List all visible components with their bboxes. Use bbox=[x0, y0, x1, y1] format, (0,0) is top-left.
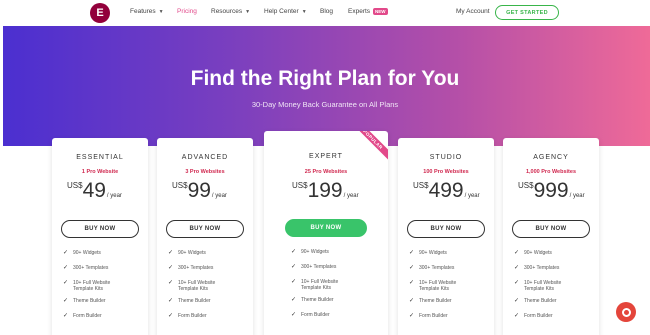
check-icon: ✓ bbox=[168, 298, 174, 304]
list-item: ✓ Form Builder bbox=[291, 312, 330, 318]
check-icon: ✓ bbox=[291, 249, 297, 255]
check-icon: ✓ bbox=[63, 298, 69, 304]
list-item: ✓ Form Builder bbox=[63, 313, 102, 319]
check-icon: ✓ bbox=[409, 313, 415, 319]
list-item: ✓ 300+ Templates bbox=[514, 265, 560, 271]
list-item: ✓ Form Builder bbox=[168, 313, 207, 319]
buy-now-button[interactable]: BUY NOW bbox=[285, 219, 367, 237]
list-item: ✓ 10+ Full Website Template Kits bbox=[409, 280, 457, 292]
chat-bubble-icon[interactable] bbox=[616, 302, 636, 322]
nav-my-account[interactable]: My Account bbox=[456, 8, 490, 15]
page-title: Find the Right Plan for You bbox=[190, 67, 460, 90]
check-icon: ✓ bbox=[409, 298, 415, 304]
plan-name: ADVANCED bbox=[181, 154, 229, 161]
list-item: ✓ 10+ Full Website Template Kits bbox=[514, 280, 562, 292]
top-navbar: E Features ▼ Pricing Resources ▼ Help Cent… bbox=[0, 0, 650, 26]
check-icon: ✓ bbox=[168, 313, 174, 319]
plan-card-agency: AGENCY 1,000 Pro Websites US$ 999 / year… bbox=[503, 138, 599, 335]
check-icon: ✓ bbox=[409, 265, 415, 271]
plan-card-essential: ESSENTIAL 1 Pro Website US$ 49 / year BU… bbox=[52, 138, 148, 335]
check-icon: ✓ bbox=[63, 313, 69, 319]
nav-help-center[interactable]: Help Center ▼ bbox=[264, 8, 307, 15]
check-icon: ✓ bbox=[291, 297, 297, 303]
list-item: ✓ 90+ Widgets bbox=[63, 250, 101, 256]
feature-list: ✓ 90+ Widgets ✓ 300+ Templates ✓ 10+ Full W… bbox=[63, 250, 143, 328]
list-item: ✓ Theme Builder bbox=[514, 298, 557, 304]
elementor-logo[interactable]: E bbox=[90, 3, 110, 23]
plan-name: ESSENTIAL bbox=[76, 154, 124, 161]
check-icon: ✓ bbox=[168, 250, 174, 256]
list-item: ✓ 90+ Widgets bbox=[291, 249, 329, 255]
nav-resources[interactable]: Resources ▼ bbox=[211, 8, 250, 15]
get-started-button[interactable]: GET STARTED bbox=[495, 5, 559, 20]
plan-websites: 1,000 Pro Websites bbox=[525, 169, 577, 175]
list-item: ✓ 10+ Full Website Template Kits bbox=[63, 280, 111, 292]
nav-experts[interactable]: Experts NEW bbox=[348, 8, 388, 15]
plan-name: AGENCY bbox=[533, 154, 569, 161]
nav-features[interactable]: Features ▼ bbox=[130, 8, 164, 15]
plan-price: US$ 999 / year bbox=[518, 179, 585, 202]
list-item: ✓ 300+ Templates bbox=[63, 265, 109, 271]
feature-list: ✓ 90+ Widgets ✓ 300+ Templates ✓ 10+ Full W… bbox=[291, 249, 371, 327]
plan-websites: 1 Pro Website bbox=[81, 169, 119, 175]
plan-card-studio: STUDIO 100 Pro Websites US$ 499 / year B… bbox=[398, 138, 494, 335]
feature-list: ✓ 90+ Widgets ✓ 300+ Templates ✓ 10+ Full W… bbox=[168, 250, 248, 328]
plan-websites: 100 Pro Websites bbox=[423, 169, 469, 175]
list-item: ✓ 10+ Full Website Template Kits bbox=[291, 279, 339, 291]
check-icon: ✓ bbox=[514, 280, 520, 286]
buy-now-button[interactable]: BUY NOW bbox=[407, 220, 485, 238]
plan-price: US$ 49 / year bbox=[67, 179, 122, 202]
feature-list: ✓ 90+ Widgets ✓ 300+ Templates ✓ 10+ Full W… bbox=[409, 250, 489, 328]
buy-now-button[interactable]: BUY NOW bbox=[166, 220, 244, 238]
check-icon: ✓ bbox=[409, 280, 415, 286]
check-icon: ✓ bbox=[291, 279, 297, 285]
buy-now-button[interactable]: BUY NOW bbox=[61, 220, 139, 238]
plan-name: STUDIO bbox=[429, 154, 463, 161]
list-item: ✓ Theme Builder bbox=[409, 298, 452, 304]
buy-now-button[interactable]: BUY NOW bbox=[512, 220, 590, 238]
plan-name: EXPERT bbox=[309, 153, 343, 160]
check-icon: ✓ bbox=[63, 250, 69, 256]
page-subtitle: 30-Day Money Back Guarantee on All Plans bbox=[251, 100, 399, 109]
check-icon: ✓ bbox=[514, 250, 520, 256]
check-icon: ✓ bbox=[63, 280, 69, 286]
check-icon: ✓ bbox=[168, 280, 174, 286]
list-item: ✓ 90+ Widgets bbox=[514, 250, 552, 256]
list-item: ✓ Theme Builder bbox=[63, 298, 106, 304]
list-item: ✓ 10+ Full Website Template Kits bbox=[168, 280, 216, 292]
list-item: ✓ 90+ Widgets bbox=[409, 250, 447, 256]
plan-websites: 3 Pro Websites bbox=[185, 169, 225, 175]
check-icon: ✓ bbox=[514, 265, 520, 271]
list-item: ✓ 300+ Templates bbox=[168, 265, 214, 271]
check-icon: ✓ bbox=[63, 265, 69, 271]
new-badge: NEW bbox=[373, 8, 388, 15]
list-item: ✓ 300+ Templates bbox=[409, 265, 455, 271]
plan-card-expert: POPULAR EXPERT 25 Pro Websites US$ 199 /… bbox=[264, 131, 388, 335]
plan-price: US$ 199 / year bbox=[292, 179, 359, 202]
nav-blog[interactable]: Blog bbox=[320, 8, 333, 15]
list-item: ✓ Form Builder bbox=[514, 313, 553, 319]
check-icon: ✓ bbox=[291, 312, 297, 318]
list-item: ✓ 300+ Templates bbox=[291, 264, 337, 270]
check-icon: ✓ bbox=[168, 265, 174, 271]
plan-websites: 25 Pro Websites bbox=[304, 169, 348, 175]
list-item: ✓ Form Builder bbox=[409, 313, 448, 319]
list-item: ✓ Theme Builder bbox=[291, 297, 334, 303]
popular-ribbon: POPULAR bbox=[345, 131, 388, 167]
chevron-down-icon: ▼ bbox=[245, 8, 251, 15]
plan-price: US$ 499 / year bbox=[413, 179, 480, 202]
nav-pricing[interactable]: Pricing bbox=[177, 8, 197, 15]
list-item: ✓ Theme Builder bbox=[168, 298, 211, 304]
chevron-down-icon: ▼ bbox=[301, 8, 307, 15]
list-item: ✓ 90+ Widgets bbox=[168, 250, 206, 256]
feature-list: ✓ 90+ Widgets ✓ 300+ Templates ✓ 10+ Full W… bbox=[514, 250, 594, 328]
check-icon: ✓ bbox=[291, 264, 297, 270]
check-icon: ✓ bbox=[514, 313, 520, 319]
check-icon: ✓ bbox=[409, 250, 415, 256]
chevron-down-icon: ▼ bbox=[158, 8, 164, 15]
plan-card-advanced: ADVANCED 3 Pro Websites US$ 99 / year BU… bbox=[157, 138, 253, 335]
plan-price: US$ 99 / year bbox=[172, 179, 227, 202]
check-icon: ✓ bbox=[514, 298, 520, 304]
